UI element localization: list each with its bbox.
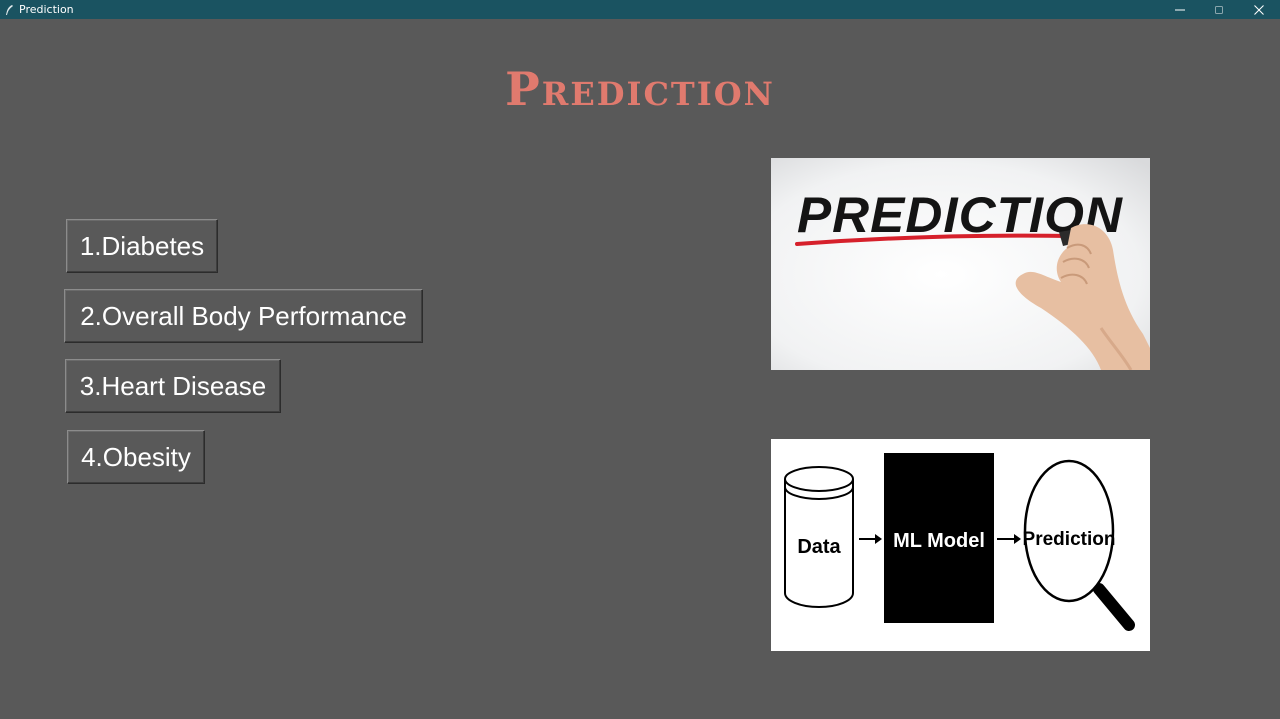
- minimize-button[interactable]: [1160, 0, 1200, 19]
- minimize-icon: [1175, 9, 1185, 10]
- ml-model-label: ML Model: [893, 530, 985, 552]
- diabetes-button[interactable]: 1.Diabetes: [66, 219, 218, 273]
- overall-body-performance-button[interactable]: 2.Overall Body Performance: [64, 289, 423, 343]
- ml-pipeline-diagram: Data ML Model Prediction: [771, 439, 1150, 651]
- window-title: Prediction: [19, 3, 74, 16]
- feather-icon: [4, 3, 14, 15]
- page-title: Prediction: [505, 62, 775, 116]
- maximize-icon: [1215, 5, 1223, 14]
- prediction-output-label: Prediction: [1023, 529, 1116, 550]
- arrow-right-icon: [859, 534, 882, 544]
- heart-disease-button[interactable]: 3.Heart Disease: [65, 359, 281, 413]
- data-label: Data: [797, 536, 841, 558]
- prediction-handwriting-image: PREDICTION: [771, 158, 1150, 370]
- close-button[interactable]: [1239, 0, 1279, 19]
- close-icon: [1254, 4, 1264, 15]
- maximize-button[interactable]: [1199, 0, 1239, 19]
- window-titlebar: Prediction: [0, 0, 1280, 19]
- obesity-button[interactable]: 4.Obesity: [67, 430, 205, 484]
- arrow-right-icon: [997, 534, 1021, 544]
